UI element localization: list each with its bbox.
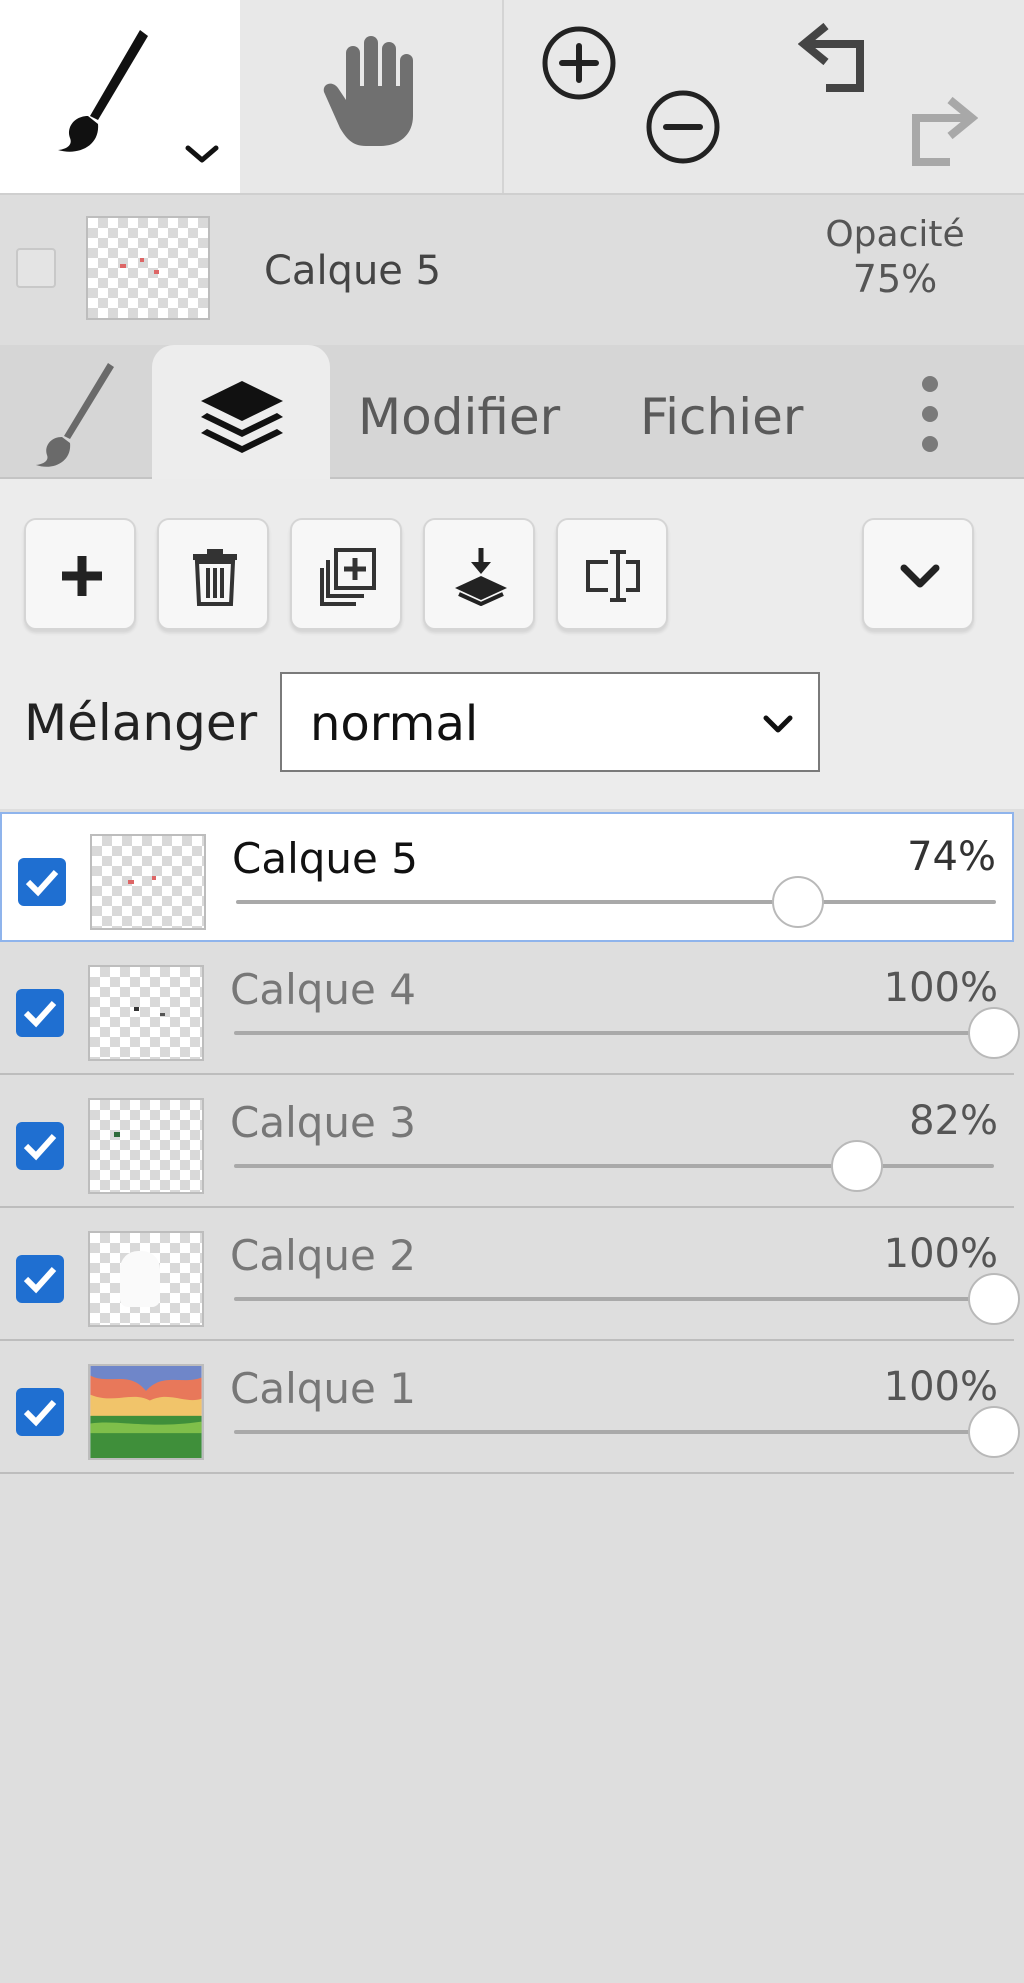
blend-mode-select[interactable]: normal	[280, 672, 820, 772]
layer-opacity-value: 100%	[883, 965, 998, 1011]
add-layer-button[interactable]	[24, 518, 136, 630]
current-layer-name: Calque 5	[264, 248, 442, 294]
hand-tool-button[interactable]	[240, 0, 502, 193]
duplicate-layer-icon	[320, 548, 376, 606]
brush-icon	[58, 30, 148, 152]
layer-name: Calque 4	[230, 965, 416, 1014]
checkmark-icon	[23, 1266, 57, 1294]
blend-mode-value: normal	[310, 696, 479, 752]
slider-thumb[interactable]	[772, 876, 825, 928]
duplicate-layer-button[interactable]	[290, 518, 402, 630]
layer-opacity-slider[interactable]	[234, 1297, 994, 1301]
tab-layers[interactable]	[152, 345, 330, 479]
blend-mode-label: Mélanger	[24, 694, 258, 752]
redo-icon[interactable]	[900, 96, 978, 168]
layer-visibility-checkbox[interactable]	[18, 858, 66, 906]
layer-visibility-checkbox[interactable]	[16, 1255, 64, 1303]
empty-panel-area	[0, 1478, 1024, 1983]
slider-thumb[interactable]	[968, 1273, 1020, 1325]
checkmark-icon	[25, 869, 59, 897]
checkmark-icon	[23, 1399, 57, 1427]
chevron-down-icon	[763, 715, 793, 733]
layer-opacity-value: 74%	[907, 834, 996, 880]
layer-options-dropdown-button[interactable]	[862, 518, 974, 630]
layer-row[interactable]: Calque 3 82%	[0, 1078, 1014, 1208]
layer-thumbnail	[88, 1098, 204, 1194]
toolbar-divider	[502, 0, 504, 193]
layer-name: Calque 2	[230, 1231, 416, 1280]
tab-brush[interactable]	[0, 345, 150, 477]
add-layer-icon	[62, 556, 102, 596]
layer-row[interactable]: Calque 1 100%	[0, 1344, 1020, 1474]
tab-modifier[interactable]: Modifier	[358, 388, 560, 446]
layer-opacity-slider[interactable]	[234, 1031, 994, 1035]
merge-down-button[interactable]	[423, 518, 535, 630]
layer-visibility-checkbox[interactable]	[16, 989, 64, 1037]
layer-row[interactable]: Calque 2 100%	[0, 1211, 1020, 1341]
layer-row[interactable]: Calque 5 74%	[0, 812, 1014, 942]
undo-icon[interactable]	[798, 22, 876, 94]
layer-name: Calque 1	[230, 1364, 416, 1413]
layer-opacity-value: 100%	[883, 1364, 998, 1410]
rename-layer-icon	[586, 550, 640, 602]
layer-opacity-value: 82%	[909, 1098, 998, 1144]
merge-down-icon	[455, 548, 507, 606]
chevron-down-icon	[900, 564, 940, 588]
more-menu-button[interactable]	[900, 368, 960, 458]
layer-name: Calque 3	[230, 1098, 416, 1147]
layer-visibility-checkbox[interactable]	[16, 1388, 64, 1436]
chevron-down-icon	[185, 145, 219, 163]
slider-thumb[interactable]	[831, 1140, 884, 1192]
opacity-label: Opacité	[825, 214, 965, 255]
checkmark-icon	[23, 1000, 57, 1028]
current-layer-visibility-checkbox[interactable]	[16, 248, 56, 288]
layer-opacity-slider[interactable]	[236, 900, 996, 904]
tab-fichier[interactable]: Fichier	[640, 388, 803, 446]
slider-thumb[interactable]	[968, 1007, 1020, 1059]
layer-thumbnail	[88, 1231, 204, 1327]
rename-layer-button[interactable]	[556, 518, 668, 630]
brush-icon	[36, 363, 114, 467]
layer-thumbnail	[88, 965, 204, 1061]
hand-icon	[323, 36, 413, 146]
layer-visibility-checkbox[interactable]	[16, 1122, 64, 1170]
delete-layer-button[interactable]	[157, 518, 269, 630]
layer-opacity-slider[interactable]	[234, 1430, 994, 1434]
zoom-out-icon[interactable]	[644, 88, 722, 166]
delete-layer-icon	[193, 549, 237, 606]
layer-thumbnail	[90, 834, 206, 930]
brush-tool-button[interactable]	[0, 0, 240, 193]
layer-name: Calque 5	[232, 834, 418, 883]
zoom-in-icon[interactable]	[540, 24, 618, 102]
more-vertical-icon	[922, 376, 938, 452]
slider-thumb[interactable]	[968, 1406, 1020, 1458]
layer-thumbnail-landscape	[88, 1364, 204, 1460]
current-layer-thumbnail	[86, 216, 210, 320]
opacity-value[interactable]: 75%	[800, 256, 990, 302]
layer-row[interactable]: Calque 4 100%	[0, 945, 1020, 1075]
checkmark-icon	[23, 1133, 57, 1161]
layers-icon	[201, 381, 283, 453]
layer-opacity-value: 100%	[883, 1231, 998, 1277]
